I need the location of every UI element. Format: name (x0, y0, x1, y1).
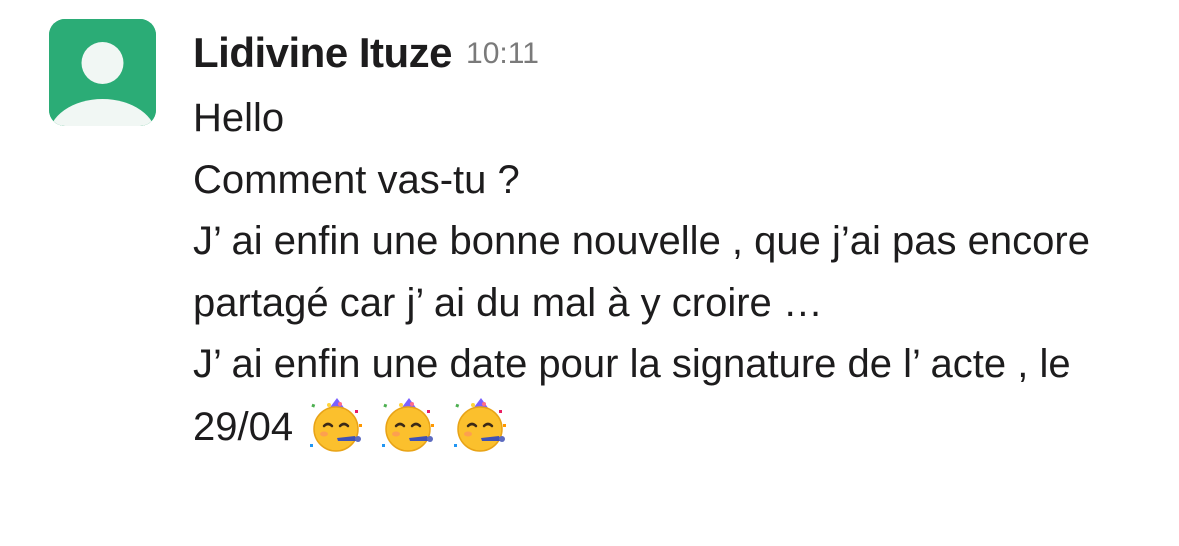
message-line-with-emoji: J’ ai enfin une date pour la signature d… (193, 334, 1153, 458)
message-line: J’ ai enfin une bonne nouvelle , que j’a… (193, 219, 1102, 325)
message-body: Hello Comment vas-tu ? J’ ai enfin une b… (193, 88, 1153, 458)
message-line: Comment vas-tu ? (193, 157, 520, 202)
partying-face-emoji-icon (307, 396, 365, 454)
message-line: Hello (193, 96, 285, 140)
message-content: Lidivine Ituze 10:11 Hello Comment vas-tu… (193, 22, 1153, 458)
message-header: Lidivine Ituze 10:11 (193, 22, 1153, 84)
sender-name[interactable]: Lidivine Ituze (193, 29, 453, 76)
message-timestamp[interactable]: 10:11 (466, 37, 539, 70)
partying-face-emoji-icon (451, 396, 509, 454)
user-avatar-icon (49, 19, 156, 126)
chat-message: Lidivine Ituze 10:11 Hello Comment vas-tu… (0, 0, 1179, 546)
partying-face-emoji-icon (379, 396, 437, 454)
avatar[interactable] (49, 19, 156, 126)
